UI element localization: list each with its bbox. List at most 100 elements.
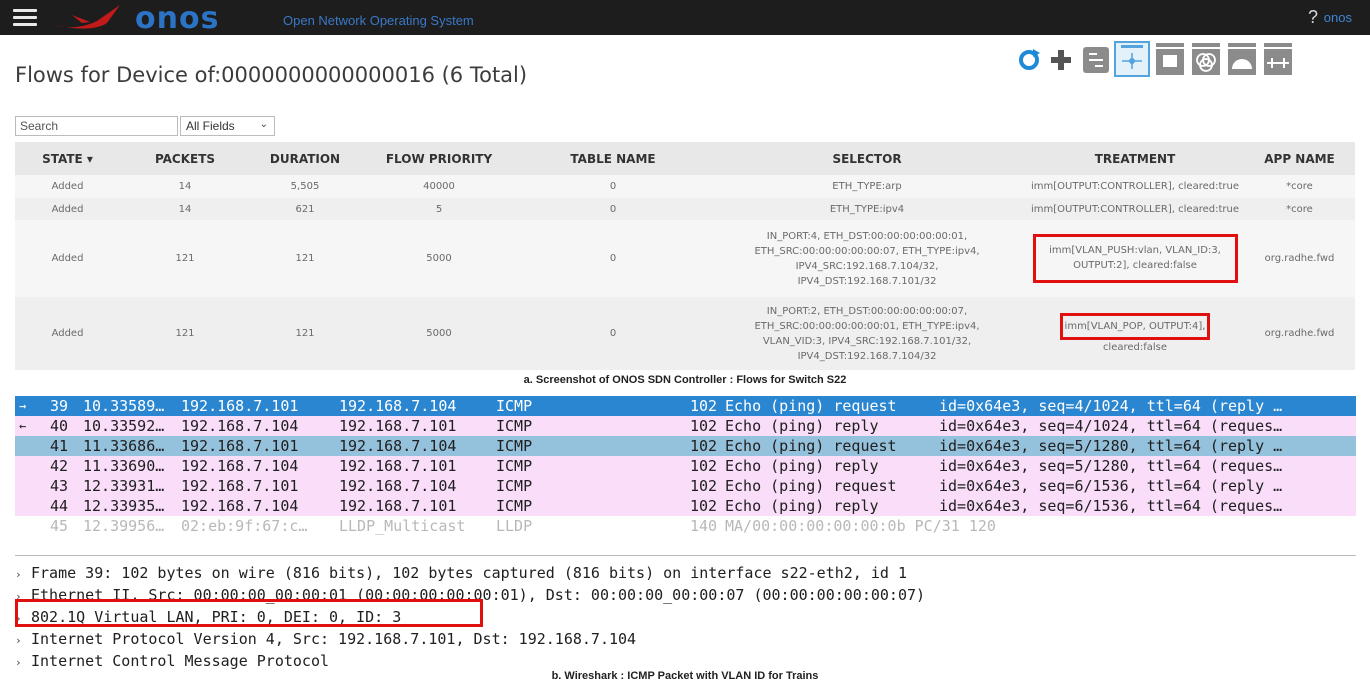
- caption-a: a. Screenshot of ONOS SDN Controller : F…: [523, 374, 847, 386]
- packet-length: 102: [690, 397, 718, 415]
- packet-number: 43: [50, 477, 69, 495]
- packet-row-partial[interactable]: [15, 536, 1356, 542]
- packet-source: 02:eb:9f:67:c…: [181, 517, 308, 535]
- cell-duration: 121: [250, 220, 360, 297]
- add-flow-icon[interactable]: [1045, 41, 1077, 77]
- packet-source: 192.168.7.101: [181, 437, 299, 455]
- detail-icmp[interactable]: › Internet Control Message Protocol: [15, 650, 1356, 672]
- row-mark-icon: ←: [19, 419, 27, 433]
- packet-row[interactable]: ← 40 10.33592… 192.168.7.104 192.168.7.101 IC…: [15, 416, 1356, 436]
- packet-row[interactable]: 43 12.33931… 192.168.7.101 192.168.7.104 ICM…: [15, 476, 1356, 496]
- selector-line: IPV4_SRC:192.168.7.104/32,: [795, 260, 939, 272]
- groups-icon[interactable]: [1190, 41, 1222, 77]
- cell-duration: 5,505: [250, 175, 360, 198]
- field-select[interactable]: All Fields ⌄: [180, 116, 275, 136]
- packet-destination: 192.168.7.104: [339, 437, 457, 455]
- packet-protocol: ICMP: [496, 397, 533, 415]
- help-button[interactable]: ?: [1308, 7, 1318, 28]
- ports-icon[interactable]: [1154, 41, 1186, 77]
- col-treatment[interactable]: TREATMENT: [1026, 142, 1244, 175]
- packet-row[interactable]: → 39 10.33589… 192.168.7.101 192.168.7.104 IC…: [15, 396, 1356, 416]
- packet-info: Echo (ping) reply: [725, 457, 879, 475]
- chevron-down-icon: ⌄: [259, 119, 268, 130]
- packet-number: 40: [50, 417, 69, 435]
- packet-number: 39: [50, 397, 69, 415]
- meters-icon[interactable]: [1226, 41, 1258, 77]
- cell-priority: 5000: [360, 220, 518, 297]
- cell-app: *core: [1244, 175, 1355, 198]
- switch-icon[interactable]: [1080, 41, 1112, 77]
- table-row[interactable]: Added 121 121 5000 0 IN_PORT:4, ETH_DST:…: [15, 220, 1355, 297]
- packet-info-detail: id=0x64e3, seq=4/1024, ttl=64 (reques…: [939, 417, 1283, 435]
- selector-line: IPV4_DST:192.168.7.101/32: [797, 275, 937, 287]
- cell-treatment: imm[VLAN_PUSH:vlan, VLAN_ID:3, OUTPUT:2]…: [1026, 220, 1244, 297]
- packet-destination: 192.168.7.104: [339, 397, 457, 415]
- packet-length: 140: [690, 517, 718, 535]
- table-row[interactable]: Added 121 121 5000 0 IN_PORT:2, ETH_DST:…: [15, 297, 1355, 370]
- packet-info: Echo (ping) request: [725, 437, 897, 455]
- refresh-icon[interactable]: [1013, 41, 1045, 77]
- search-input[interactable]: [15, 116, 178, 136]
- treatment-rest-text: cleared:false: [1102, 341, 1168, 353]
- packet-row[interactable]: 41 11.33686… 192.168.7.101 192.168.7.104 ICM…: [15, 436, 1356, 456]
- detail-frame[interactable]: › Frame 39: 102 bytes on wire (816 bits),…: [15, 562, 1356, 584]
- table-header-row: STATE ▾ PACKETS DURATION FLOW PRIORITY T…: [15, 142, 1355, 175]
- cell-table: 0: [518, 175, 708, 198]
- col-packets[interactable]: PACKETS: [120, 142, 250, 175]
- packet-info: Echo (ping) request: [725, 477, 897, 495]
- cell-state: Added: [15, 220, 120, 297]
- packet-info-detail: id=0x64e3, seq=6/1536, ttl=64 (reques…: [939, 497, 1283, 515]
- detail-ipv4[interactable]: › Internet Protocol Version 4, Src: 192.1…: [15, 628, 1356, 650]
- packet-row[interactable]: 42 11.33690… 192.168.7.104 192.168.7.101 ICM…: [15, 456, 1356, 476]
- cell-packets: 14: [120, 198, 250, 220]
- packet-row[interactable]: 44 12.33935… 192.168.7.104 192.168.7.101 ICM…: [15, 496, 1356, 516]
- col-table-name[interactable]: TABLE NAME: [518, 142, 708, 175]
- packet-row[interactable]: 45 12.39956… 02:eb:9f:67:c… LLDP_Multicast L…: [15, 516, 1356, 536]
- menu-icon[interactable]: [13, 9, 37, 27]
- treatment-highlighted-text: imm[VLAN_POP, OUTPUT:4],: [1064, 320, 1206, 332]
- treatment-highlight-box: imm[VLAN_PUSH:vlan, VLAN_ID:3, OUTPUT:2]…: [1032, 234, 1238, 283]
- packet-protocol: ICMP: [496, 437, 533, 455]
- table-row[interactable]: Added 14 5,505 40000 0 ETH_TYPE:arp imm[…: [15, 175, 1355, 198]
- packet-info: Echo (ping) reply: [725, 497, 879, 515]
- onos-bird-logo-icon: [54, 5, 120, 29]
- user-menu[interactable]: onos: [1324, 10, 1352, 25]
- packet-length: 102: [690, 477, 718, 495]
- cell-selector: ETH_TYPE:ipv4: [708, 198, 1026, 220]
- col-state[interactable]: STATE ▾: [15, 142, 120, 175]
- expand-arrow-icon[interactable]: ›: [15, 564, 31, 586]
- cell-priority: 40000: [360, 175, 518, 198]
- cell-packets: 121: [120, 220, 250, 297]
- cell-app: org.radhe.fwd: [1244, 297, 1355, 370]
- masthead: onos Open Network Operating System ? ono…: [0, 0, 1370, 36]
- col-selector[interactable]: SELECTOR: [708, 142, 1026, 175]
- device-summary-icon[interactable]: [1114, 41, 1150, 77]
- cell-state: Added: [15, 198, 120, 220]
- col-flow-priority[interactable]: FLOW PRIORITY: [360, 142, 518, 175]
- cell-selector: IN_PORT:4, ETH_DST:00:00:00:00:00:01, ET…: [708, 220, 1026, 297]
- col-app-name[interactable]: APP NAME: [1244, 142, 1355, 175]
- packet-destination: 192.168.7.104: [339, 477, 457, 495]
- packet-source: 192.168.7.104: [181, 417, 299, 435]
- col-duration[interactable]: DURATION: [250, 142, 360, 175]
- packet-number: 42: [50, 457, 69, 475]
- cell-table: 0: [518, 297, 708, 370]
- selector-line: ETH_SRC:00:00:00:00:00:07, ETH_TYPE:ipv4…: [754, 245, 980, 257]
- packet-time: 11.33686…: [83, 437, 165, 455]
- packet-protocol: ICMP: [496, 497, 533, 515]
- packet-protocol: ICMP: [496, 417, 533, 435]
- cell-state: Added: [15, 297, 120, 370]
- packet-destination: 192.168.7.101: [339, 457, 457, 475]
- expand-arrow-icon[interactable]: ›: [15, 630, 31, 652]
- packet-length: 102: [690, 417, 718, 435]
- cell-priority: 5000: [360, 297, 518, 370]
- treatment-line: imm[VLAN_PUSH:vlan, VLAN_ID:3,: [1049, 245, 1221, 256]
- packet-info: Echo (ping) request: [725, 397, 897, 415]
- packet-length: 102: [690, 457, 718, 475]
- cell-state: Added: [15, 175, 120, 198]
- packet-time: 10.33589…: [83, 397, 165, 415]
- pipeconf-icon[interactable]: [1262, 41, 1294, 77]
- cell-packets: 14: [120, 175, 250, 198]
- cell-duration: 121: [250, 297, 360, 370]
- table-row[interactable]: Added 14 621 5 0 ETH_TYPE:ipv4 imm[OUTPU…: [15, 198, 1355, 220]
